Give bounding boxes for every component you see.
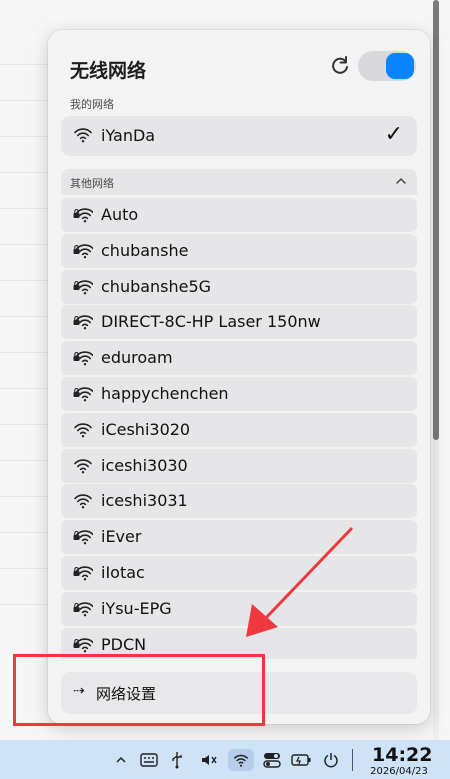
wifi-panel: 无线网络 我的网络 iYanDa ✓ 其他网络 Auto chubanshe chu… — [48, 30, 430, 724]
connected-network-row[interactable]: iYanDa ✓ — [61, 116, 417, 156]
refresh-icon[interactable] — [329, 55, 351, 77]
other-networks-header[interactable]: 其他网络 — [61, 169, 417, 195]
network-name: iceshi3030 — [101, 455, 188, 475]
network-row[interactable]: chubanshe5G — [61, 269, 417, 304]
network-name: Auto — [101, 205, 139, 224]
network-name: DIRECT-8C-HP Laser 150nw — [101, 312, 321, 332]
wifi-locked-icon — [73, 208, 93, 223]
wifi-locked-icon — [73, 279, 93, 294]
network-row[interactable]: happychenchen — [61, 377, 417, 411]
network-name: iCeshi3020 — [101, 419, 191, 439]
wifi-locked-icon — [73, 244, 93, 259]
keyboard-icon[interactable] — [138, 749, 160, 771]
network-name: eduroam — [101, 348, 173, 368]
wifi-locked-icon — [73, 637, 93, 652]
bg-scrollbar-thumb[interactable] — [433, 0, 439, 440]
network-row[interactable]: Auto — [61, 198, 417, 232]
network-row[interactable]: DIRECT-8C-HP Laser 150nw — [61, 305, 417, 340]
network-row[interactable]: iIotac — [61, 556, 417, 590]
wifi-icon — [74, 423, 92, 438]
wifi-tray-icon[interactable] — [228, 749, 254, 771]
connected-check-icon: ✓ — [384, 122, 403, 147]
network-name: iYanDa — [101, 126, 156, 145]
network-row[interactable]: iCeshi3020 — [61, 412, 417, 447]
network-name: chubanshe5G — [101, 276, 212, 296]
wifi-icon — [74, 458, 92, 473]
network-row[interactable]: chubanshe — [61, 233, 417, 268]
wifi-icon — [74, 128, 92, 143]
wifi-locked-icon — [73, 530, 93, 545]
network-row[interactable]: iceshi3030 — [61, 448, 417, 483]
network-name: iceshi3031 — [101, 491, 188, 511]
network-name: iEver — [101, 527, 142, 547]
network-row[interactable]: iYsu-EPG — [61, 591, 417, 626]
taskbar-divider — [352, 749, 353, 771]
wifi-locked-icon — [73, 315, 93, 330]
wifi-icon — [74, 494, 92, 509]
chevron-up-icon[interactable] — [395, 175, 407, 187]
battery-icon[interactable] — [290, 749, 312, 771]
other-networks-label: 其他网络 — [70, 177, 114, 190]
wifi-locked-icon — [73, 602, 93, 617]
network-row[interactable]: iceshi3031 — [61, 484, 417, 519]
other-networks-list[interactable]: Auto chubanshe chubanshe5G DIRECT-8C-HP Las… — [61, 198, 417, 659]
network-row[interactable]: eduroam — [61, 341, 417, 376]
panel-title: 无线网络 — [70, 60, 147, 82]
wifi-toggle[interactable] — [358, 51, 416, 81]
power-icon[interactable] — [320, 749, 342, 771]
clock-time[interactable]: 14:22 — [372, 744, 432, 766]
my-networks-label: 我的网络 — [70, 98, 114, 111]
wifi-locked-icon — [73, 387, 93, 402]
network-name: chubanshe — [101, 240, 189, 260]
network-name: iYsu-EPG — [101, 598, 172, 618]
network-name: happychenchen — [101, 384, 229, 403]
usb-icon[interactable] — [166, 749, 188, 771]
network-row[interactable]: iEver — [61, 520, 417, 555]
chevron-up-icon[interactable] — [110, 749, 132, 771]
wifi-locked-icon — [73, 566, 93, 581]
network-name: PDCN — [101, 634, 147, 654]
network-name: iIotac — [101, 563, 145, 582]
clock-date[interactable]: 2026/04/23 — [364, 766, 434, 777]
speaker-muted-icon[interactable] — [198, 749, 220, 771]
toggle-knob — [386, 53, 414, 79]
wifi-locked-icon — [73, 351, 93, 366]
control-center-icon[interactable] — [261, 749, 283, 771]
annotation-highlight-box — [13, 654, 265, 726]
